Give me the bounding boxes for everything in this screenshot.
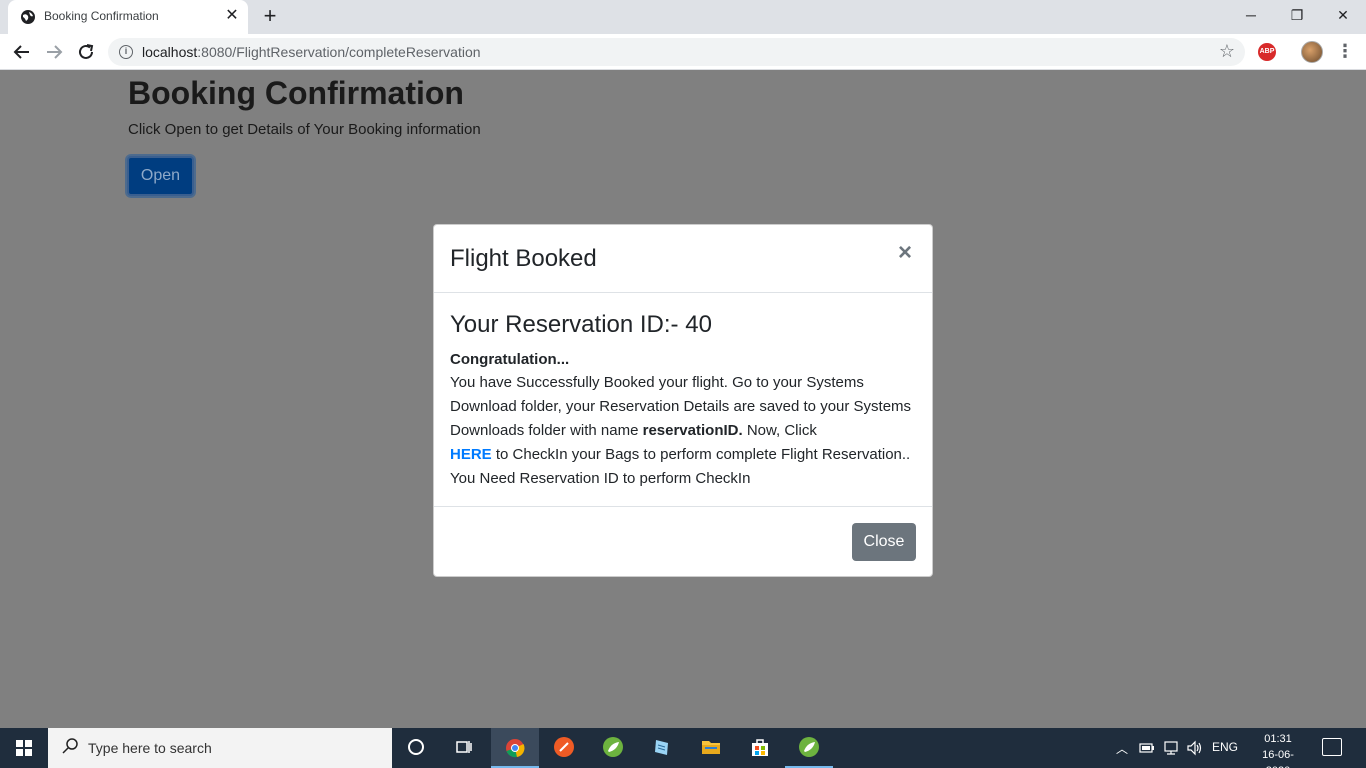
booking-message: You have Successfully Booked your flight…: [450, 374, 912, 487]
open-button[interactable]: Open: [127, 156, 194, 196]
modal-footer: Close: [434, 506, 932, 576]
windows-taskbar: Type here to search ︿ ENG 01:31 16-06-20…: [0, 728, 1366, 768]
tray-expand-icon[interactable]: ︿: [1116, 740, 1128, 757]
search-placeholder: Type here to search: [88, 740, 212, 756]
network-icon[interactable]: [1163, 740, 1179, 756]
battery-icon[interactable]: [1139, 741, 1155, 755]
postman-taskbar-app[interactable]: [540, 728, 588, 768]
task-view-button[interactable]: [440, 728, 488, 768]
page-backdrop: Booking Confirmation Click Open to get D…: [0, 71, 1366, 728]
bookmark-star-icon[interactable]: ☆: [1219, 41, 1235, 62]
close-window-button[interactable]: ✕: [1320, 0, 1366, 30]
clock-time: 01:31: [1264, 733, 1292, 745]
forward-arrow-icon[interactable]: [41, 39, 67, 65]
taskbar-search[interactable]: Type here to search: [48, 728, 392, 768]
info-icon[interactable]: i: [119, 45, 133, 59]
tab-title: Booking Confirmation: [44, 9, 159, 23]
modal-close-icon[interactable]: ×: [898, 241, 912, 265]
adblock-icon[interactable]: ABP: [1258, 43, 1276, 61]
store-taskbar-app[interactable]: [736, 728, 784, 768]
notification-center-icon[interactable]: [1322, 738, 1342, 756]
volume-icon[interactable]: [1186, 740, 1204, 756]
start-button[interactable]: [0, 728, 48, 768]
maximize-button[interactable]: ❐: [1274, 0, 1320, 30]
postman-icon: [554, 737, 574, 757]
tab-close-icon[interactable]: ✕: [222, 6, 242, 26]
modal-header: Flight Booked ×: [434, 225, 932, 293]
spring-tool-taskbar-app[interactable]: [589, 728, 637, 768]
globe-icon: [21, 10, 35, 24]
booking-modal: Flight Booked × Your Reservation ID:- 40…: [433, 224, 933, 577]
profile-avatar[interactable]: [1301, 41, 1323, 63]
system-clock[interactable]: 01:31 16-06-2020: [1250, 731, 1306, 768]
spring-leaf-icon: [603, 737, 623, 757]
congrats-text: Congratulation...: [450, 351, 570, 368]
new-tab-button[interactable]: +: [258, 5, 282, 29]
file-explorer-taskbar-app[interactable]: [687, 728, 735, 768]
modal-body: Your Reservation ID:- 40 Congratulation.…: [450, 311, 916, 491]
notepad-icon: [655, 740, 668, 755]
folder-icon: [702, 741, 720, 754]
spring-tool-taskbar-app-2[interactable]: [785, 728, 833, 768]
reload-icon[interactable]: [73, 39, 99, 65]
windows-logo-icon: [16, 740, 32, 756]
store-bag-icon: [752, 739, 768, 756]
chrome-taskbar-app[interactable]: [491, 728, 539, 768]
cortana-button[interactable]: [392, 728, 440, 768]
clock-date: 16-06-2020: [1262, 749, 1294, 768]
browser-toolbar: i localhost:8080/FlightReservation/compl…: [0, 34, 1366, 70]
modal-title: Flight Booked: [450, 245, 597, 272]
chrome-icon: [506, 739, 525, 758]
reservation-id-heading: Your Reservation ID:- 40: [450, 311, 712, 338]
url-text: localhost:8080/FlightReservation/complet…: [142, 44, 481, 60]
checkin-here-link[interactable]: HERE: [450, 446, 492, 463]
minimize-button[interactable]: ─: [1228, 0, 1274, 30]
notepad-taskbar-app[interactable]: [638, 728, 686, 768]
close-button[interactable]: Close: [852, 523, 916, 561]
search-icon: [62, 737, 80, 760]
back-arrow-icon[interactable]: [9, 39, 35, 65]
browser-tab[interactable]: Booking Confirmation ✕: [8, 0, 248, 34]
browser-tab-bar: Booking Confirmation ✕ + ─ ❐ ✕: [0, 0, 1366, 34]
reservation-id-filename: reservationID.: [642, 422, 743, 439]
page-subtitle: Click Open to get Details of Your Bookin…: [128, 121, 481, 138]
menu-dots-icon[interactable]: ⋮: [1336, 40, 1354, 64]
task-view-icon: [456, 741, 472, 753]
language-indicator[interactable]: ENG: [1212, 740, 1238, 754]
spring-leaf-icon: [799, 737, 819, 757]
page-title: Booking Confirmation: [128, 75, 464, 111]
address-bar[interactable]: i localhost:8080/FlightReservation/compl…: [108, 38, 1245, 66]
cortana-circle-icon: [408, 739, 424, 755]
